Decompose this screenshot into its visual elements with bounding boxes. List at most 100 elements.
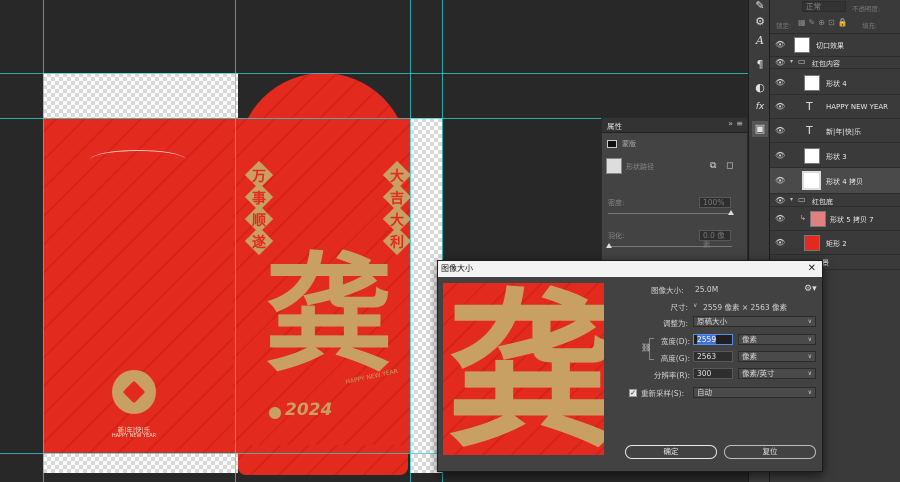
layer-group-row[interactable]: 👁 ▾ ▭ 红包底 <box>770 195 900 207</box>
chevron-down-icon[interactable]: ▾ <box>790 58 793 65</box>
fill-label: 填充: <box>862 22 878 30</box>
image-size-dialog: 图像大小 ✕ 龚 图像大小: 25.0M ⚙▾ 尺寸: ∨ 2559 像素 × … <box>437 260 823 472</box>
guide-line <box>0 73 748 74</box>
character-icon[interactable]: A <box>752 33 768 49</box>
layers-top-bar: 正常 不透明度: 锁定: ▦✎⊕⊡🔒 填充: <box>770 0 900 34</box>
height-unit-select[interactable]: 像素 ∨ <box>738 351 816 362</box>
visibility-eye-icon[interactable]: 👁 <box>775 176 785 185</box>
left-vertical-banner: 万 事 顺 遂 <box>244 160 274 256</box>
dialog-title: 图像大小 <box>441 264 473 273</box>
resolution-input[interactable]: 300 <box>693 368 733 379</box>
layer-name: HAPPY NEW YEAR <box>826 103 888 111</box>
apply-mask-icon[interactable]: ◻ <box>726 161 733 171</box>
dimensions-value: 2559 像素 × 2563 像素 <box>703 303 787 312</box>
visibility-eye-icon[interactable]: 👁 <box>775 151 785 160</box>
text-layer-icon: T <box>806 100 813 113</box>
layer-thumbnail <box>810 211 826 227</box>
fit-to-select[interactable]: 原稿大小 ∨ <box>693 316 816 327</box>
layer-thumbnail <box>802 171 821 190</box>
visibility-eye-icon[interactable]: 👁 <box>775 58 785 67</box>
resample-label: 重新采样(S): <box>641 389 685 398</box>
width-input[interactable]: 2559 <box>693 334 733 345</box>
properties-header: 属性 » ≡ <box>602 118 747 133</box>
mask-path-label: 形状路径 <box>626 163 654 171</box>
select-mask-icon[interactable]: ⧉ <box>710 161 716 171</box>
resample-select[interactable]: 自动 ∨ <box>693 387 816 398</box>
layer-row[interactable]: 👁 T 新|年|快|乐 <box>770 120 900 143</box>
resolution-unit-select[interactable]: 像素/英寸 ∨ <box>738 368 816 379</box>
visibility-eye-icon[interactable]: 👁 <box>775 78 785 87</box>
layer-name: 景 <box>822 259 829 267</box>
fx-icon[interactable]: fx <box>752 99 768 115</box>
layer-name: 红包内容 <box>812 60 840 68</box>
layer-row[interactable]: 👁 形状 4 <box>770 72 900 95</box>
density-field[interactable]: 100% <box>699 197 731 208</box>
tab-properties[interactable]: 属性 <box>607 121 622 132</box>
coin-small-icon <box>269 407 281 419</box>
paragraph-icon[interactable]: ¶ <box>752 57 768 73</box>
height-input[interactable]: 2563 <box>693 351 733 362</box>
layer-row[interactable]: 👁 T HAPPY NEW YEAR <box>770 96 900 119</box>
brush-icon[interactable]: ✎ <box>752 0 768 14</box>
adjustments-icon[interactable]: ◐ <box>752 80 768 96</box>
close-icon[interactable]: ✕ <box>808 261 816 277</box>
visibility-eye-icon[interactable]: 👁 <box>775 238 785 247</box>
layer-row[interactable]: 👁 矩形 2 <box>770 232 900 255</box>
density-label: 密度: <box>608 199 625 207</box>
chevron-down-icon[interactable]: ∨ <box>693 302 697 309</box>
layer-group-row[interactable]: 👁 ▾ ▭ 红包内容 <box>770 57 900 69</box>
visibility-eye-icon[interactable]: 👁 <box>775 102 785 111</box>
folder-icon: ▭ <box>798 57 806 66</box>
image-size-label: 图像大小: <box>651 286 684 295</box>
visibility-eye-icon[interactable]: 👁 <box>775 40 785 49</box>
visibility-eye-icon[interactable]: 👁 <box>775 196 785 205</box>
mask-thumbnail[interactable] <box>606 158 622 174</box>
visibility-eye-icon[interactable]: 👁 <box>775 214 785 223</box>
density-slider[interactable] <box>608 210 734 215</box>
properties-icon[interactable]: ▣ <box>752 121 768 137</box>
year-text: 2024 <box>285 400 333 420</box>
resample-checkbox[interactable]: ✓ <box>629 389 637 397</box>
layer-name: 形状 5 拷贝 7 <box>830 216 874 224</box>
right-vertical-banner: 大 吉 大 利 <box>382 160 412 256</box>
settings-gear-icon[interactable]: ⚙▾ <box>804 284 817 294</box>
layer-name: 切口效果 <box>816 42 844 50</box>
feather-slider[interactable] <box>606 243 732 248</box>
fit-to-label: 调整为: <box>662 319 688 328</box>
layer-row-selected[interactable]: 👁 形状 4 拷贝 <box>770 168 900 194</box>
opacity-label: 不透明度: <box>852 5 881 13</box>
reset-button[interactable]: 复位 <box>724 445 816 459</box>
dialog-preview[interactable]: 龚 <box>443 283 604 455</box>
coin-icon <box>112 370 156 414</box>
layer-row[interactable]: 👁 ↳ 形状 5 拷贝 7 <box>770 208 900 231</box>
layer-name: 红包底 <box>812 198 833 206</box>
clip-arrow-icon: ↳ <box>800 214 806 222</box>
layer-thumbnail <box>804 235 820 251</box>
resolution-label: 分辨率(R): <box>653 371 690 380</box>
layer-name: 形状 4 拷贝 <box>826 178 863 186</box>
lock-icons[interactable]: ▦✎⊕⊡🔒 <box>798 18 851 27</box>
lock-label: 锁定: <box>776 22 792 30</box>
layer-thumbnail <box>794 37 810 53</box>
mask-icon <box>607 140 617 148</box>
preview-character: 龚 <box>447 283 604 455</box>
layer-thumbnail <box>804 75 820 91</box>
flap-curve-line <box>90 150 186 170</box>
ok-button[interactable]: 确定 <box>625 445 717 459</box>
panel-menu-icon[interactable]: ≡ <box>736 119 743 128</box>
width-unit-select[interactable]: 像素 ∨ <box>738 334 816 345</box>
mask-section-label: 蒙版 <box>622 140 636 148</box>
dialog-title-bar: 图像大小 <box>438 261 822 277</box>
panel-collapse-icon[interactable]: » <box>728 119 733 128</box>
adjust-icon[interactable]: ⚙ <box>752 14 768 30</box>
dimensions-label: 尺寸: <box>670 303 688 312</box>
back-greeting-en: HAPPY NEW YEAR <box>111 433 157 439</box>
visibility-eye-icon[interactable]: 👁 <box>775 126 785 135</box>
chevron-down-icon[interactable]: ▾ <box>790 196 793 203</box>
layer-row[interactable]: 👁 形状 3 <box>770 145 900 168</box>
blend-mode-select[interactable]: 正常 <box>802 1 846 12</box>
layer-row[interactable]: 👁 切口效果 <box>770 34 900 57</box>
text-layer-icon: T <box>806 124 813 137</box>
feather-field[interactable]: 0.0 像素 <box>699 230 731 249</box>
folder-icon: ▭ <box>798 195 806 204</box>
